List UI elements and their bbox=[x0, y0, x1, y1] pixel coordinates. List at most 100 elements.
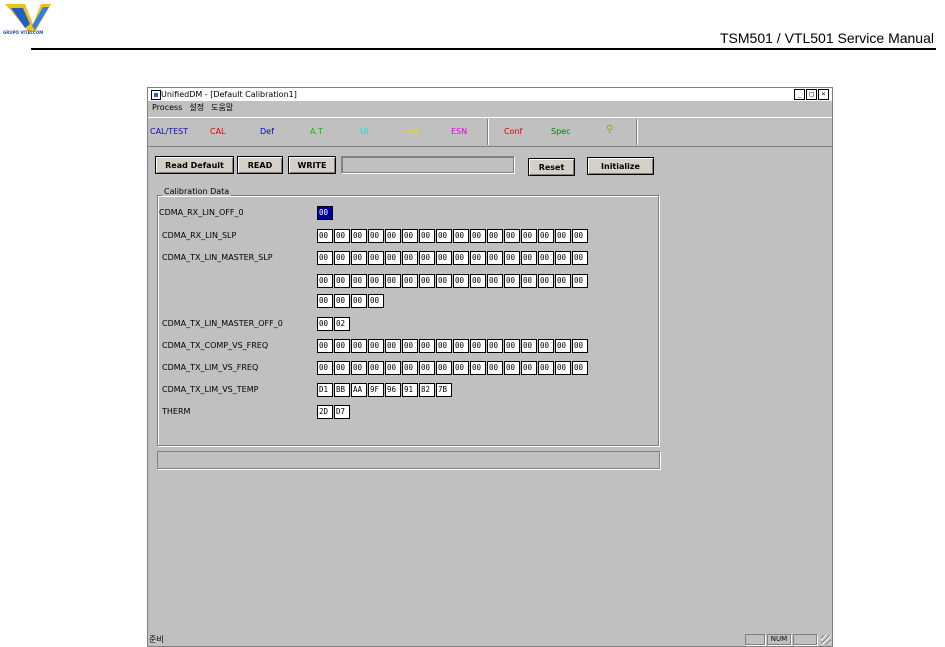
hex-cell[interactable]: 00 bbox=[385, 339, 401, 353]
hex-cell[interactable]: 00 bbox=[555, 251, 571, 265]
hex-cell[interactable]: 00 bbox=[521, 361, 537, 375]
maximize-button[interactable]: □ bbox=[806, 89, 817, 100]
tool-spec[interactable]: Spec bbox=[551, 127, 570, 136]
hex-cell[interactable]: 00 bbox=[453, 339, 469, 353]
hex-cell[interactable]: 00 bbox=[470, 251, 486, 265]
hex-cell[interactable]: 00 bbox=[385, 229, 401, 243]
hex-cell[interactable]: 82 bbox=[419, 383, 435, 397]
hex-cell[interactable]: 00 bbox=[419, 229, 435, 243]
hex-cell[interactable]: 00 bbox=[351, 229, 367, 243]
hex-cell[interactable]: AA bbox=[351, 383, 367, 397]
hex-cell[interactable]: 00 bbox=[419, 361, 435, 375]
hex-cell[interactable]: 00 bbox=[504, 274, 520, 288]
menu-help[interactable]: 도움말 bbox=[211, 101, 233, 114]
hex-cell[interactable]: 00 bbox=[521, 274, 537, 288]
hex-cell[interactable]: 00 bbox=[334, 361, 350, 375]
hex-cell[interactable]: 00 bbox=[487, 339, 503, 353]
hex-cell[interactable]: 00 bbox=[453, 251, 469, 265]
hex-cell[interactable]: 00 bbox=[504, 361, 520, 375]
hex-cell[interactable]: 00 bbox=[538, 339, 554, 353]
hex-cell[interactable]: 00 bbox=[317, 361, 333, 375]
hex-cell[interactable]: 00 bbox=[419, 274, 435, 288]
resize-grip[interactable] bbox=[821, 635, 831, 645]
hex-cell[interactable]: 00 bbox=[504, 339, 520, 353]
tool-conf[interactable]: Conf bbox=[504, 127, 522, 136]
hex-cell[interactable]: 00 bbox=[572, 229, 588, 243]
hex-cell[interactable]: 00 bbox=[334, 339, 350, 353]
hex-cell[interactable]: 00 bbox=[368, 229, 384, 243]
hex-cell[interactable]: 00 bbox=[368, 361, 384, 375]
hex-cell[interactable]: 00 bbox=[317, 294, 333, 308]
read-button[interactable]: READ bbox=[237, 156, 283, 174]
hex-cell[interactable]: 00 bbox=[470, 229, 486, 243]
hex-cell[interactable]: 00 bbox=[351, 294, 367, 308]
minimize-button[interactable]: _ bbox=[794, 89, 805, 100]
hex-cell[interactable]: 00 bbox=[453, 274, 469, 288]
hex-cell[interactable]: 00 bbox=[385, 274, 401, 288]
hex-cell[interactable]: 00 bbox=[555, 339, 571, 353]
hex-cell[interactable]: 00 bbox=[487, 361, 503, 375]
hex-cell[interactable]: D1 bbox=[317, 383, 333, 397]
help-lightbulb-icon[interactable]: ⚲ bbox=[606, 124, 613, 135]
hex-cell[interactable]: 00 bbox=[385, 361, 401, 375]
hex-cell[interactable]: 00 bbox=[402, 274, 418, 288]
hex-cell[interactable]: 02 bbox=[334, 317, 350, 331]
hex-cell[interactable]: 00 bbox=[419, 251, 435, 265]
hex-cell[interactable]: 00 bbox=[334, 294, 350, 308]
hex-cell[interactable]: 00 bbox=[402, 339, 418, 353]
hex-cell[interactable]: 00 bbox=[504, 229, 520, 243]
hex-cell[interactable]: 00 bbox=[368, 339, 384, 353]
hex-cell[interactable]: 00 bbox=[453, 229, 469, 243]
hex-cell[interactable]: 00 bbox=[317, 274, 333, 288]
hex-cell[interactable]: 00 bbox=[334, 274, 350, 288]
hex-cell[interactable]: 00 bbox=[317, 206, 333, 220]
tool-cal-test[interactable]: CAL/TEST bbox=[150, 127, 188, 136]
hex-cell[interactable]: 00 bbox=[436, 251, 452, 265]
tool-at[interactable]: A.T bbox=[310, 127, 323, 136]
hex-cell[interactable]: 00 bbox=[402, 229, 418, 243]
write-button[interactable]: WRITE bbox=[288, 156, 336, 174]
hex-cell[interactable]: 00 bbox=[470, 339, 486, 353]
hex-cell[interactable]: 00 bbox=[402, 361, 418, 375]
menu-settings[interactable]: 설정 bbox=[189, 101, 204, 114]
hex-cell[interactable]: 00 bbox=[436, 361, 452, 375]
hex-cell[interactable]: 2D bbox=[317, 405, 333, 419]
hex-cell[interactable]: 00 bbox=[368, 274, 384, 288]
tool-esn[interactable]: ESN bbox=[451, 127, 467, 136]
hex-cell[interactable]: 9F bbox=[368, 383, 384, 397]
title-bar[interactable]: UnifiedDM - [Default Calibration1] _ □ × bbox=[148, 88, 832, 101]
hex-cell[interactable]: 00 bbox=[538, 251, 554, 265]
hex-cell[interactable]: 00 bbox=[555, 229, 571, 243]
hex-cell[interactable]: 00 bbox=[487, 251, 503, 265]
hex-cell[interactable]: 00 bbox=[317, 229, 333, 243]
hex-cell[interactable]: 00 bbox=[470, 274, 486, 288]
hex-cell[interactable]: 00 bbox=[419, 339, 435, 353]
hex-cell[interactable]: 00 bbox=[317, 251, 333, 265]
hex-cell[interactable]: BB bbox=[334, 383, 350, 397]
hex-cell[interactable]: 00 bbox=[334, 229, 350, 243]
initialize-button[interactable]: Initialize bbox=[587, 157, 654, 175]
hex-cell[interactable]: 00 bbox=[538, 229, 554, 243]
hex-cell[interactable]: 00 bbox=[436, 339, 452, 353]
hex-cell[interactable]: 00 bbox=[317, 317, 333, 331]
app-icon[interactable] bbox=[151, 90, 161, 100]
hex-cell[interactable]: 00 bbox=[572, 361, 588, 375]
hex-cell[interactable]: 00 bbox=[538, 361, 554, 375]
read-default-button[interactable]: Read Default bbox=[155, 156, 234, 174]
hex-cell[interactable]: 00 bbox=[385, 251, 401, 265]
reset-button[interactable]: Reset bbox=[528, 158, 575, 176]
hex-cell[interactable]: 00 bbox=[487, 274, 503, 288]
hex-cell[interactable]: 00 bbox=[538, 274, 554, 288]
hex-cell[interactable]: 00 bbox=[521, 339, 537, 353]
hex-cell[interactable]: 00 bbox=[470, 361, 486, 375]
hex-cell[interactable]: 7B bbox=[436, 383, 452, 397]
hex-cell[interactable]: 00 bbox=[351, 339, 367, 353]
hex-cell[interactable]: 00 bbox=[572, 274, 588, 288]
menu-process[interactable]: Process bbox=[152, 101, 182, 114]
hex-cell[interactable]: 00 bbox=[521, 229, 537, 243]
close-button[interactable]: × bbox=[818, 89, 829, 100]
tool-ma[interactable]: mA bbox=[406, 127, 419, 136]
hex-cell[interactable]: 00 bbox=[351, 274, 367, 288]
hex-cell[interactable]: 00 bbox=[368, 294, 384, 308]
hex-cell[interactable]: 91 bbox=[402, 383, 418, 397]
